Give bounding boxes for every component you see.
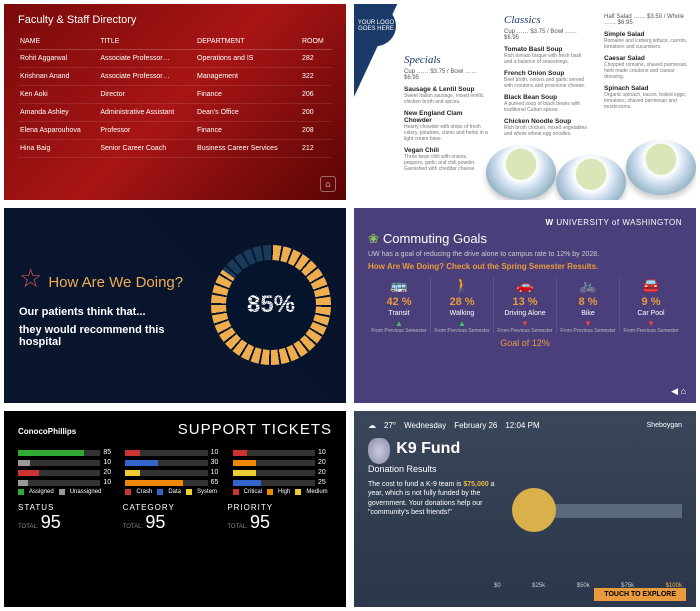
day: Wednesday: [404, 421, 446, 430]
table-row[interactable]: Ken AokiDirectorFinance206: [18, 86, 332, 104]
uw-logo-text: W UNIVERSITY of WASHINGTON: [368, 218, 682, 227]
weather-icon: ☁: [368, 421, 376, 430]
table-row[interactable]: Hina BaigSenior Career CoachBusiness Car…: [18, 140, 332, 158]
k9-subtitle: Donation Results: [368, 464, 682, 474]
commute-goal: Goal of 12%: [368, 338, 682, 348]
column-header: ROOM: [300, 34, 332, 50]
support-tickets-panel: ConocoPhillips SUPPORT TICKETS 85102010A…: [4, 411, 346, 607]
menu-item: Spinach SaladOrganic spinach, bacon, boi…: [604, 85, 688, 110]
key-progress-chart: [518, 480, 682, 516]
commute-modes: 🚌42 %Transit▲From Previous Semester🚶28 %…: [368, 277, 682, 334]
table-row[interactable]: Elena AsparouhovaProfessorFinance208: [18, 122, 332, 140]
survey-line2: they would recommend this hospital: [19, 324, 201, 348]
salads-price: Half Salad …… $3.50 / Whole …… $6.95: [604, 14, 688, 26]
commute-mode: 🚲8 %Bike▼From Previous Semester: [557, 277, 620, 334]
menu-item: Black Bean SoupA pureed soup of black be…: [504, 94, 588, 113]
ticket-column: 85102010AssignedUnassigned: [18, 446, 117, 495]
mode-icon: 🚗: [496, 277, 554, 294]
classics-heading: Classics: [504, 14, 588, 26]
k9-fund-panel: ☁ 27° Wednesday February 26 12:04 PM She…: [354, 411, 696, 607]
patient-survey-panel: ☆ How Are We Doing? Our patients think th…: [4, 208, 346, 404]
brand-logo: ConocoPhillips: [18, 427, 76, 436]
commute-question: How Are We Doing? Check out the Spring S…: [368, 262, 682, 271]
commute-mode: 🚗13 %Driving Alone▼From Previous Semeste…: [494, 277, 557, 334]
menu-item: Simple SaladRomaine and iceberg lettuce,…: [604, 31, 688, 50]
commute-desc: UW has a goal of reducing the drive alon…: [368, 251, 682, 258]
nav-controls[interactable]: ◀ ⌂: [671, 386, 686, 397]
star-icon: ☆: [19, 263, 42, 293]
total-block: STATUSTOTAL: 95: [18, 503, 123, 533]
column-header: TITLE: [98, 34, 195, 50]
total-block: CATEGORYTOTAL: 95: [123, 503, 228, 533]
table-row[interactable]: Rohit AggarwalAssociate Professor…Operat…: [18, 50, 332, 68]
directory-table: NAMETITLEDEPARTMENTROOM Rohit AggarwalAs…: [18, 34, 332, 158]
date: February 26: [454, 421, 497, 430]
survey-line1: Our patients think that...: [19, 306, 201, 318]
menu-item: Caesar SaladChopped romaine, shaved parm…: [604, 55, 688, 80]
survey-heading: How Are We Doing?: [48, 275, 183, 292]
touch-explore-button[interactable]: TOUCH TO EXPLORE: [594, 588, 686, 601]
temperature: 27°: [384, 421, 396, 430]
time: 12:04 PM: [505, 421, 539, 430]
menu-item: Tomato Basil SoupRich tomato bisque with…: [504, 46, 588, 65]
leaf-icon: ❀: [368, 231, 379, 246]
column-header: NAME: [18, 34, 98, 50]
k9-body-text: The cost to fund a K-9 team is $75,000 a…: [368, 480, 508, 516]
logo-badge: YOUR LOGO GOES HERE: [356, 6, 396, 46]
column-header: DEPARTMENT: [195, 34, 300, 50]
tickets-title: SUPPORT TICKETS: [178, 421, 332, 438]
mode-icon: 🚌: [370, 277, 428, 294]
commute-mode: 🚶28 %Walking▲From Previous Semester: [431, 277, 494, 334]
commute-mode: 🚌42 %Transit▲From Previous Semester: [368, 277, 431, 334]
commute-title: ❀Commuting Goals: [368, 231, 682, 247]
mode-icon: 🚶: [433, 277, 491, 294]
menu-item: French Onion SoupBeef broth, onions and …: [504, 70, 588, 89]
city-logo: Sheboygan: [647, 422, 682, 429]
total-block: PRIORITYTOTAL: 95: [227, 503, 332, 533]
soup-bowls-image: [486, 120, 696, 200]
percent-gauge: 85%: [211, 245, 331, 365]
ticket-column: 10202025CriticalHighMedium: [233, 446, 332, 495]
commute-mode: 🚘9 %Car Pool▼From Previous Semester: [620, 277, 682, 334]
menu-panel: YOUR LOGO GOES HERE Specials Cup …… $3.7…: [354, 4, 696, 200]
panel-title: Faculty & Staff Directory: [18, 14, 332, 26]
home-icon[interactable]: ⌂: [320, 176, 336, 192]
table-row[interactable]: Amanda AshleyAdministrative AssistantDea…: [18, 104, 332, 122]
classics-price: Cup …… $3.75 / Bowl …… $6.95: [504, 29, 588, 41]
mode-icon: 🚲: [559, 277, 617, 294]
ticket-column: 10301065CrashDataSystem: [125, 446, 224, 495]
mode-icon: 🚘: [622, 277, 680, 294]
table-row[interactable]: Krishnan AnandAssociate Professor…Manage…: [18, 68, 332, 86]
k9-title: K9 Fund: [396, 440, 460, 457]
commuting-goals-panel: W UNIVERSITY of WASHINGTON ❀Commuting Go…: [354, 208, 696, 404]
police-badge-icon: [368, 438, 390, 464]
faculty-directory-panel: Faculty & Staff Directory NAMETITLEDEPAR…: [4, 4, 346, 200]
